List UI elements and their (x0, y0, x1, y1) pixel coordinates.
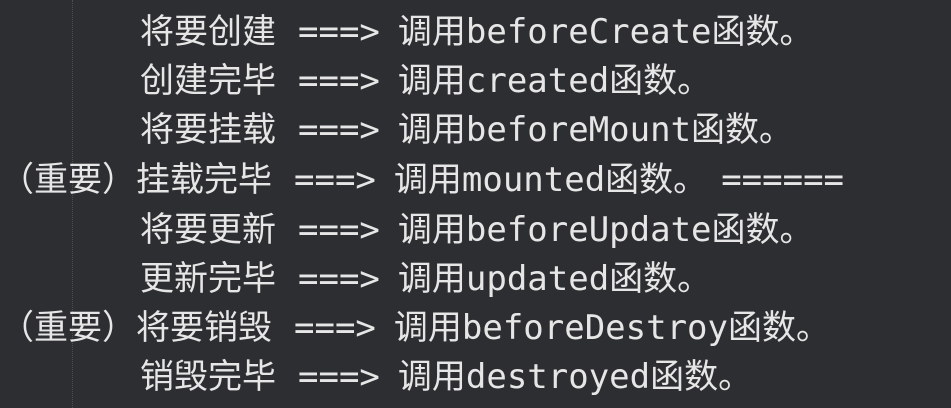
trailing-separator: ====== (721, 160, 845, 200)
lifecycle-stage: 将要创建 (140, 12, 276, 52)
arrow-token: ===> (298, 357, 380, 397)
hook-call-text: 调用updated函数。 (397, 259, 712, 299)
code-line-updated[interactable]: 更新完毕 ===> 调用updated函数。 (140, 255, 711, 303)
hook-call-text: 调用destroyed函数。 (397, 357, 753, 397)
hook-call-text: 调用beforeCreate函数。 (397, 12, 814, 52)
importance-note: （重要） (0, 160, 136, 200)
arrow-token: ===> (298, 210, 380, 250)
hook-call-text: 调用mounted函数。 (393, 160, 708, 200)
lifecycle-stage: 更新完毕 (140, 259, 276, 299)
code-line-before-create[interactable]: 将要创建 ===> 调用beforeCreate函数。 (140, 8, 814, 56)
code-line-created[interactable]: 创建完毕 ===> 调用created函数。 (140, 57, 711, 105)
code-line-mounted[interactable]: （重要）挂载完毕 ===> 调用mounted函数。 ====== (0, 156, 844, 204)
arrow-token: ===> (294, 160, 376, 200)
importance-note: （重要） (0, 308, 136, 348)
arrow-token: ===> (298, 12, 380, 52)
hook-call-text: 调用created函数。 (397, 61, 712, 101)
code-line-before-mount[interactable]: 将要挂载 ===> 调用beforeMount函数。 (140, 106, 793, 154)
lifecycle-stage: 将要挂载 (140, 110, 276, 150)
lifecycle-stage: 创建完毕 (140, 61, 276, 101)
code-line-before-destroy[interactable]: （重要）将要销毁 ===> 调用beforeDestroy函数。 (0, 304, 830, 352)
arrow-token: ===> (294, 308, 376, 348)
lifecycle-stage: 销毁完毕 (140, 357, 276, 397)
hook-call-text: 调用beforeMount函数。 (397, 110, 794, 150)
arrow-token: ===> (298, 110, 380, 150)
arrow-token: ===> (298, 61, 380, 101)
lifecycle-stage: 挂载完毕 (136, 160, 272, 200)
code-editor[interactable]: 将要创建 ===> 调用beforeCreate函数。 创建完毕 ===> 调用crea… (0, 0, 951, 408)
code-line-before-update[interactable]: 将要更新 ===> 调用beforeUpdate函数。 (140, 206, 814, 254)
lifecycle-stage: 将要销毁 (136, 308, 272, 348)
code-line-destroyed[interactable]: 销毁完毕 ===> 调用destroyed函数。 (140, 353, 752, 401)
arrow-token: ===> (298, 259, 380, 299)
hook-call-text: 调用beforeUpdate函数。 (397, 210, 814, 250)
hook-call-text: 调用beforeDestroy函数。 (393, 308, 830, 348)
lifecycle-stage: 将要更新 (140, 210, 276, 250)
